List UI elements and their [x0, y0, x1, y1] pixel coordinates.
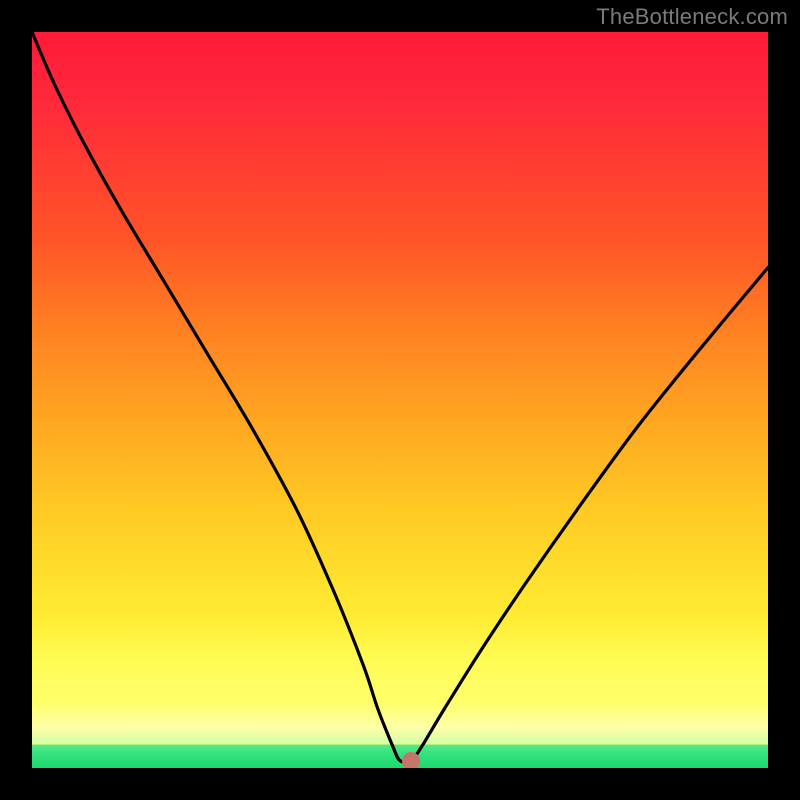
gradient-background — [32, 32, 768, 768]
chart-root: TheBottleneck.com — [0, 0, 800, 800]
watermark-text: TheBottleneck.com — [596, 4, 788, 30]
plot-area — [32, 32, 768, 768]
optimum-marker — [402, 752, 420, 768]
